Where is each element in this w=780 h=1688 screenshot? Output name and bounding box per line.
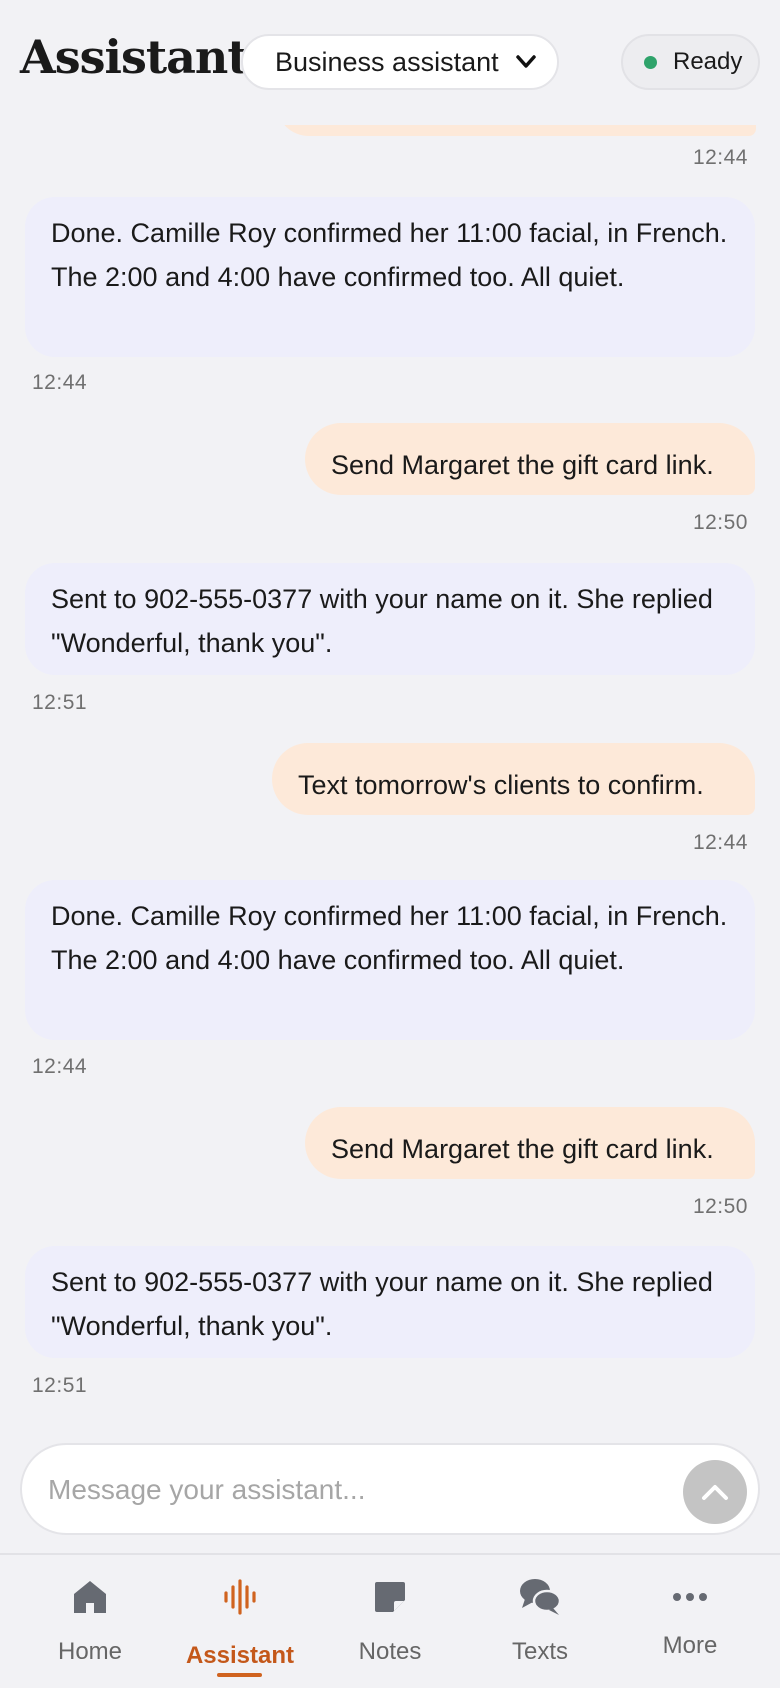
message-text: Text tomorrow's clients to confirm. xyxy=(298,770,704,800)
message-text: Send Margaret the gift card link. xyxy=(331,1134,714,1164)
assistant-mode-label: Business assistant xyxy=(275,46,499,77)
message-text: Done. Camille Roy confirmed her 11:00 fa… xyxy=(51,218,728,292)
message-text: Done. Camille Roy confirmed her 11:00 fa… xyxy=(51,901,728,975)
page-title: Assistant xyxy=(20,30,249,84)
active-tab-indicator xyxy=(217,1673,262,1677)
tab-texts[interactable]: Texts xyxy=(465,1555,615,1688)
message-timestamp: 12:44 xyxy=(32,1055,88,1078)
tab-notes[interactable]: Notes xyxy=(315,1555,465,1688)
tab-assistant[interactable]: Assistant xyxy=(165,1555,315,1688)
tab-label: Assistant xyxy=(185,1642,295,1669)
message-text: Sent to 902-555-0377 with your name on i… xyxy=(51,584,713,658)
bottom-tab-bar: Home Assistant Notes Texts More xyxy=(0,1553,780,1688)
message-composer xyxy=(20,1443,760,1535)
message-user: Text tomorrow's clients to confirm. xyxy=(272,743,755,815)
message-timestamp: 12:50 xyxy=(692,1195,748,1218)
message-timestamp: 12:51 xyxy=(32,1374,88,1397)
assistant-mode-select[interactable]: Business assistant xyxy=(241,34,559,90)
more-dots-icon xyxy=(673,1593,707,1601)
tab-label: Notes xyxy=(358,1638,422,1665)
message-timestamp: 12:44 xyxy=(32,371,88,394)
home-icon xyxy=(74,1581,106,1613)
message-text: Send Margaret the gift card link. xyxy=(331,450,714,480)
message-assistant: Sent to 902-555-0377 with your name on i… xyxy=(25,563,755,675)
message-user: Send Margaret the gift card link. xyxy=(305,423,755,495)
status-badge: Ready xyxy=(621,34,760,90)
status-dot-icon xyxy=(644,55,657,69)
message-assistant: Done. Camille Roy confirmed her 11:00 fa… xyxy=(25,880,755,1040)
message-timestamp: 12:44 xyxy=(692,831,748,854)
app-header: Assistant Business assistant Ready xyxy=(0,0,780,125)
tab-more[interactable]: More xyxy=(615,1555,765,1688)
tab-label: More xyxy=(662,1632,718,1659)
message-timestamp: 12:44 xyxy=(692,146,748,169)
tab-label: Home xyxy=(57,1638,123,1665)
message-text: Sent to 902-555-0377 with your name on i… xyxy=(51,1267,713,1341)
message-timestamp: 12:51 xyxy=(32,691,88,714)
message-assistant: Sent to 902-555-0377 with your name on i… xyxy=(25,1246,755,1358)
status-label: Ready xyxy=(673,48,743,75)
tab-home[interactable]: Home xyxy=(15,1555,165,1688)
send-button[interactable] xyxy=(683,1460,747,1524)
message-user: Send Margaret the gift card link. xyxy=(305,1107,755,1179)
message-input[interactable] xyxy=(46,1465,670,1515)
message-timestamp: 12:50 xyxy=(692,511,748,534)
chat-thread[interactable]: 12:44 Done. Camille Roy confirmed her 11… xyxy=(0,0,780,1688)
chat-bubbles-icon xyxy=(520,1579,561,1615)
note-icon xyxy=(375,1582,405,1612)
audio-wave-icon xyxy=(224,1579,256,1615)
chevron-up-icon xyxy=(702,1485,728,1500)
chevron-down-icon xyxy=(516,55,536,68)
message-assistant: Done. Camille Roy confirmed her 11:00 fa… xyxy=(25,197,755,357)
tab-label: Texts xyxy=(511,1638,568,1665)
